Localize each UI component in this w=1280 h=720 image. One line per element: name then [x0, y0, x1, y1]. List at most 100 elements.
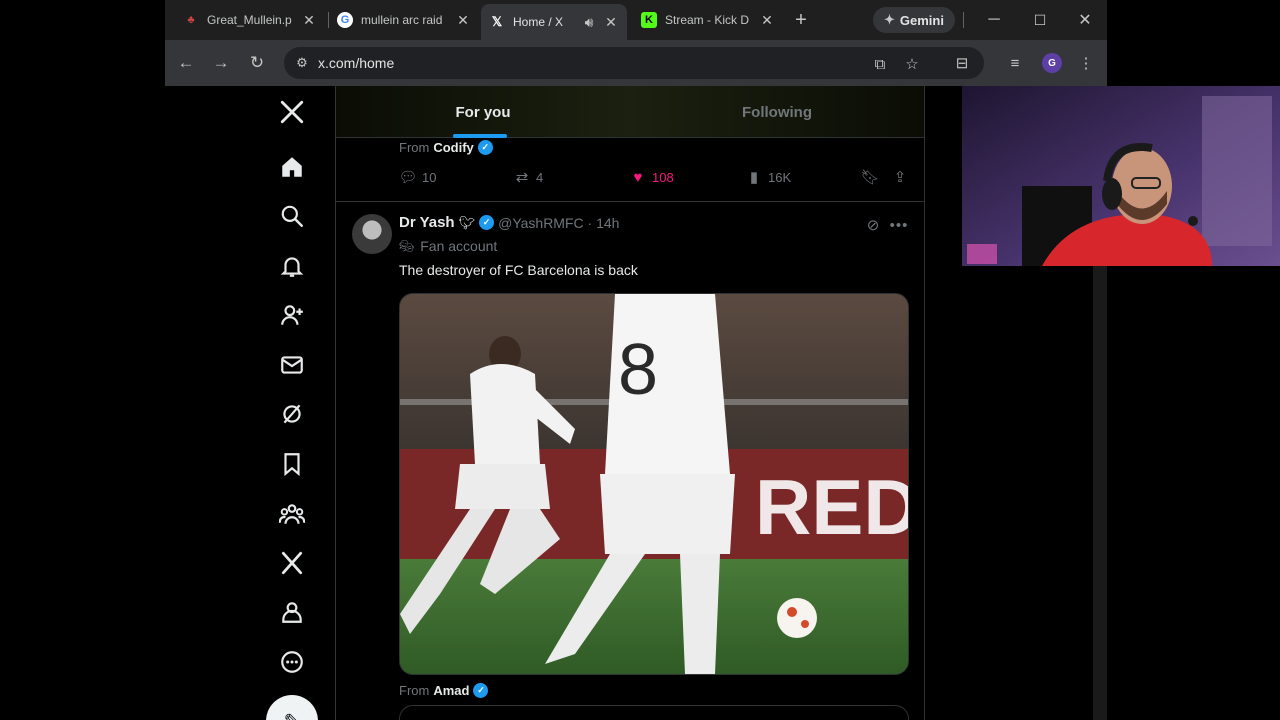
- tab-for-you[interactable]: For you: [336, 86, 630, 138]
- tab-search-icon[interactable]: ⊟: [951, 52, 973, 74]
- profile-avatar[interactable]: G: [1042, 53, 1062, 73]
- home-icon[interactable]: [274, 149, 310, 185]
- tweet-actions: 💬︎ 10 ⇄ 4 ♥ 108 ▮ 16K 🔖︎ ⇪: [398, 168, 914, 190]
- webcam-feed: [962, 86, 1280, 266]
- search-icon[interactable]: [274, 198, 310, 234]
- install-app-icon[interactable]: ⧉: [871, 55, 889, 73]
- author-handle-time[interactable]: @YashRMFC · 14h: [498, 215, 619, 231]
- like-count: 108: [652, 169, 674, 185]
- tweet-video[interactable]: RED 8: [399, 293, 909, 675]
- tab-great-mullein[interactable]: ♣ Great_Mullein.p ✕: [175, 6, 325, 34]
- tweet-text: The destroyer of FC Barcelona is back: [399, 262, 638, 278]
- feather-icon: ✎: [284, 709, 301, 720]
- from-name[interactable]: Amad: [433, 683, 469, 698]
- jersey-number: 8: [618, 330, 658, 410]
- google-icon: G: [337, 12, 353, 28]
- mask-icon: 🎭︎: [399, 239, 415, 253]
- profile-icon[interactable]: [274, 594, 310, 630]
- column-divider: [924, 86, 925, 720]
- timeline: For you Following From Codify ✓ 💬︎ 10 ⇄ …: [336, 86, 924, 720]
- verified-badge-icon: ✓: [479, 215, 495, 230]
- from-name[interactable]: Codify: [433, 140, 473, 155]
- reload-button[interactable]: ↻: [244, 50, 270, 76]
- verified-badge-icon: ✓: [477, 140, 493, 155]
- bookmark-star-icon[interactable]: ☆: [903, 55, 921, 73]
- reply-count: 10: [422, 169, 437, 185]
- avatar[interactable]: [352, 214, 392, 254]
- bookmark-button[interactable]: 🔖︎: [860, 168, 884, 186]
- browser-window: ♣ Great_Mullein.p ✕ G mullein arc raid ✕…: [165, 0, 1107, 86]
- community-note-source: From Codify ✓: [399, 140, 493, 155]
- community-note-source: From Amad ✓: [399, 683, 489, 698]
- active-tab-indicator: [453, 134, 507, 138]
- reply-button[interactable]: 💬︎ 10: [398, 168, 437, 186]
- repost-count: 4: [536, 169, 544, 185]
- close-icon[interactable]: ✕: [759, 12, 775, 28]
- menu-icon[interactable]: ⋮: [1075, 52, 1097, 74]
- tab-kick-stream[interactable]: K Stream - Kick D ✕: [633, 6, 783, 34]
- new-tab-button[interactable]: +: [789, 8, 813, 32]
- close-icon[interactable]: ✕: [603, 14, 619, 30]
- compose-post-button[interactable]: ✎: [266, 695, 318, 720]
- x-side-nav: ✎: [262, 86, 322, 720]
- tab-title: Home / X: [513, 15, 564, 29]
- reply-icon: 💬︎: [398, 169, 418, 186]
- premium-x-icon[interactable]: [274, 545, 310, 581]
- repost-icon: ⇄: [515, 169, 529, 186]
- tab-mullein-search[interactable]: G mullein arc raid ✕: [329, 6, 479, 34]
- speaker-icon[interactable]: 🔊︎: [581, 14, 597, 30]
- url-text: x.com/home: [318, 55, 395, 71]
- side-panel-edge: [1093, 266, 1107, 720]
- mail-icon[interactable]: [274, 347, 310, 383]
- webcam-overlay: [962, 86, 1280, 266]
- forward-button[interactable]: →: [208, 50, 234, 76]
- tweet-header: Dr Yash 🐦︎ ✓ @YashRMFC · 14h: [399, 214, 619, 231]
- tab-strip: ♣ Great_Mullein.p ✕ G mullein arc raid ✕…: [165, 0, 1107, 40]
- like-button[interactable]: ♥ 108: [629, 168, 674, 186]
- bookmark-icon: 🔖︎: [860, 169, 880, 186]
- more-options-icon[interactable]: [274, 644, 310, 680]
- site-info-icon[interactable]: ⚙: [294, 55, 310, 71]
- grok-explain-icon[interactable]: ⊘: [863, 215, 883, 235]
- tab-title: Stream - Kick D: [665, 13, 750, 27]
- tab-home-x[interactable]: 𝕏 Home / X 🔊︎ ✕: [481, 4, 627, 40]
- share-button[interactable]: ⇪: [891, 168, 914, 186]
- verified-badge-icon: ✓: [473, 683, 489, 698]
- maximize-button[interactable]: ☐: [1028, 8, 1052, 32]
- communities-icon[interactable]: [274, 496, 310, 532]
- more-icon[interactable]: •••: [889, 215, 909, 235]
- follow-icon[interactable]: [274, 297, 310, 333]
- screen: ♣ Great_Mullein.p ✕ G mullein arc raid ✕…: [0, 0, 1280, 720]
- from-prefix: From: [399, 140, 430, 155]
- grok-icon[interactable]: [274, 396, 310, 432]
- x-icon: 𝕏: [491, 14, 503, 29]
- author-name[interactable]: Dr Yash: [399, 214, 455, 231]
- bookmark-icon[interactable]: [274, 446, 310, 482]
- image-icon: ♣: [187, 14, 195, 26]
- view-count: 16K: [768, 169, 792, 185]
- heart-icon: ♥: [633, 168, 643, 186]
- tab-following[interactable]: Following: [630, 86, 924, 138]
- gemini-button[interactable]: ✦ Gemini: [873, 7, 955, 33]
- quoted-post[interactable]: [399, 705, 909, 720]
- close-icon[interactable]: ✕: [455, 12, 471, 28]
- media-control-icon[interactable]: ≡: [1004, 52, 1026, 74]
- timeline-tabs: For you Following: [336, 86, 924, 138]
- address-bar[interactable]: ⚙ x.com/home ⧉ ☆: [284, 47, 984, 79]
- tab-separator: [963, 12, 964, 28]
- window-close-button[interactable]: ✕: [1073, 8, 1097, 32]
- ad-board-text: RED: [755, 463, 909, 551]
- browser-toolbar: ← → ↻ ⚙ x.com/home ⧉ ☆ ⊟ ≡ G ⋮: [165, 40, 1107, 86]
- video-frame: RED 8: [400, 294, 909, 674]
- repost-button[interactable]: ⇄ 4: [513, 168, 544, 186]
- gemini-label: Gemini: [899, 12, 944, 28]
- minimize-button[interactable]: ─: [982, 8, 1006, 32]
- tweet-divider: [336, 201, 924, 202]
- bell-icon[interactable]: [274, 248, 310, 284]
- x-logo-icon[interactable]: [274, 94, 310, 130]
- bird-emoji-icon: 🐦︎: [458, 214, 476, 230]
- close-icon[interactable]: ✕: [301, 12, 317, 28]
- views-button[interactable]: ▮ 16K: [745, 168, 791, 186]
- back-button[interactable]: ←: [173, 50, 199, 76]
- fan-account-text: Fan account: [420, 238, 498, 254]
